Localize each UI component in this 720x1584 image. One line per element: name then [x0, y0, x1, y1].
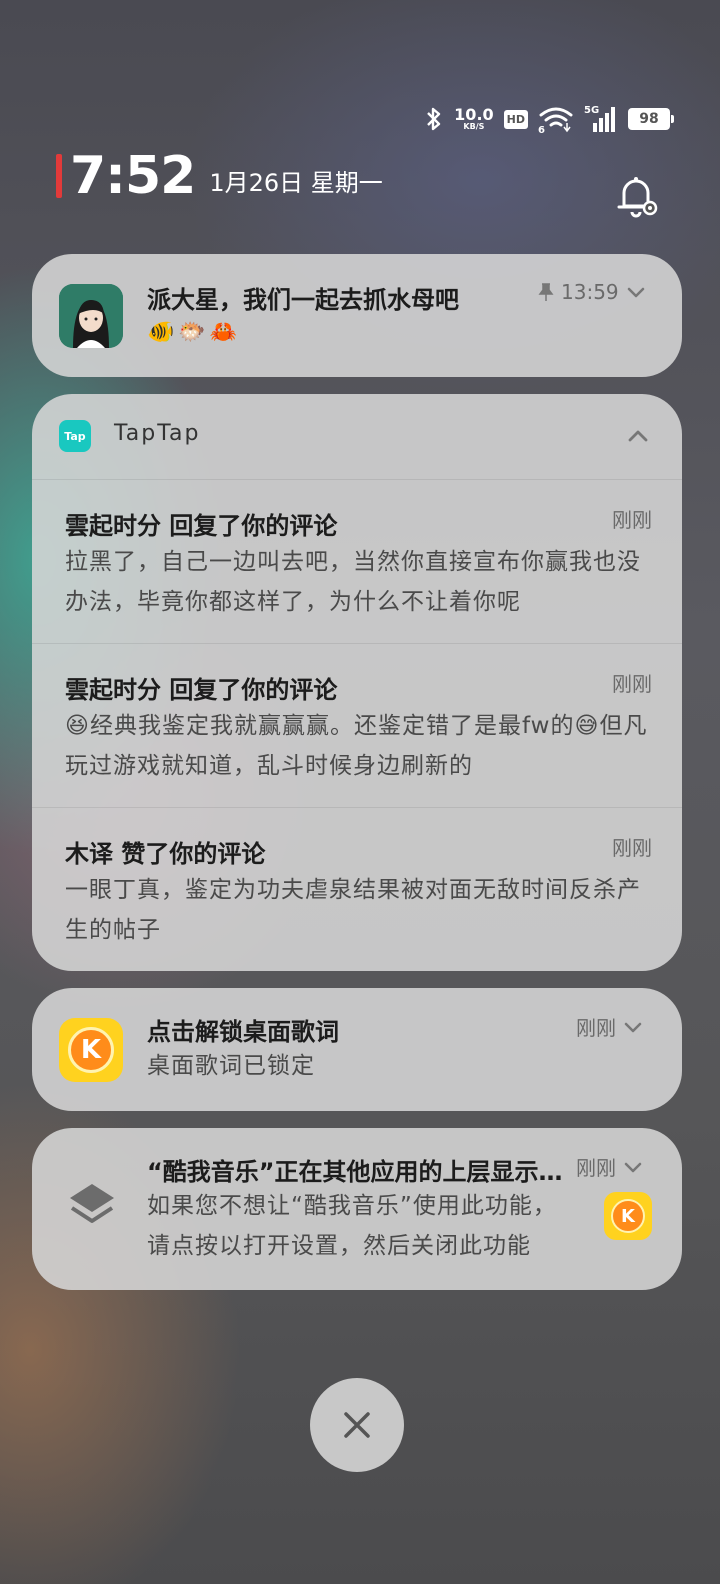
group-header[interactable]: Tap TapTap: [32, 394, 682, 480]
notification-body: 😆经典我鉴定我就赢赢赢。还鉴定错了是最fw的😅但凡玩过游戏就知道，乱斗时候身边刷…: [65, 713, 648, 779]
wifi-badge: 6: [538, 125, 545, 133]
speed-value: 10.0: [454, 105, 494, 124]
close-icon: [344, 1412, 370, 1438]
cellular-signal: 5G: [584, 105, 618, 133]
list-item[interactable]: 雲起时分 回复了你的评论 刚刚 😆经典我鉴定我就赢赢赢。还鉴定错了是最fw的😅但…: [32, 644, 682, 808]
app-name: TapTap: [114, 421, 201, 446]
chevron-down-icon[interactable]: [625, 281, 647, 303]
signal-bars-icon: [593, 107, 615, 132]
notification-meta: 刚刚: [576, 1012, 644, 1041]
emoji-row: 🐠 🐡 🦀: [147, 320, 237, 345]
list-item[interactable]: 木译 赞了你的评论 刚刚 一眼丁真，鉴定为功夫虐泉结果被对面无敌时间反杀产生的帖…: [32, 808, 682, 971]
notification-time: 刚刚: [612, 508, 652, 532]
notification-body: 一眼丁真，鉴定为功夫虐泉结果被对面无敌时间反杀产生的帖子: [65, 877, 641, 943]
clock-row: 7:52 1月26日 星期一: [56, 150, 383, 202]
list-item[interactable]: 雲起时分 回复了你的评论 刚刚 拉黑了，自己一边叫去吧，当然你直接宣布你赢我也没…: [32, 480, 682, 644]
battery-icon: 98: [628, 108, 674, 130]
chevron-up-icon[interactable]: [624, 422, 652, 450]
notification-body: 拉黑了，自己一边叫去吧，当然你直接宣布你赢我也没办法，毕竟你都这样了，为什么不让…: [65, 549, 641, 615]
wifi-icon: 6: [538, 107, 573, 133]
notification-body: 如果您不想让“酷我音乐”使用此功能，请点按以打开设置，然后关闭此功能: [147, 1193, 557, 1259]
notification-time: 13:59: [561, 280, 619, 304]
notification-settings-bell-icon[interactable]: [610, 170, 662, 222]
clear-all-button[interactable]: [310, 1378, 404, 1472]
notification-desktop-lyrics[interactable]: K 点击解锁桌面歌词 桌面歌词已锁定 刚刚: [32, 988, 682, 1111]
notification-title: 木译 赞了你的评论: [65, 840, 266, 868]
clock-date: 1月26日 星期一: [209, 169, 383, 197]
emoji: 🦀: [209, 320, 238, 345]
taptap-logo-text: Tap: [64, 429, 86, 443]
clock-accent-mark: [56, 154, 62, 198]
notification-group-taptap[interactable]: Tap TapTap 雲起时分 回复了你的评论 刚刚 拉黑了，自己一边叫去吧，当…: [32, 394, 682, 971]
notification-time: 刚刚: [576, 1156, 616, 1180]
pin-icon: [538, 283, 554, 301]
emoji: 🐡: [178, 320, 206, 345]
avatar: [59, 284, 123, 348]
kuwo-logo-letter: K: [621, 1205, 635, 1227]
kuwo-music-app-icon: K: [59, 1018, 123, 1082]
emoji: 🐠: [147, 320, 175, 345]
notification-time: 刚刚: [612, 836, 652, 860]
speed-unit: KB/S: [463, 122, 485, 131]
notification-time: 刚刚: [612, 672, 652, 696]
notification-title: 点击解锁桌面歌词: [147, 1018, 339, 1046]
kuwo-music-app-icon: K: [604, 1192, 652, 1240]
notification-display-over-apps[interactable]: “酷我音乐”正在其他应用的上层显示内容 如果您不想让“酷我音乐”使用此功能，请点…: [32, 1128, 682, 1290]
notification-meta: 刚刚: [576, 1152, 644, 1181]
notification-title: “酷我音乐”正在其他应用的上层显示内容: [147, 1158, 567, 1186]
chevron-down-icon[interactable]: [622, 1156, 644, 1178]
notification-title: 雲起时分 回复了你的评论: [65, 512, 338, 540]
battery-level: 98: [639, 111, 659, 127]
chevron-down-icon[interactable]: [622, 1016, 644, 1038]
notification-title: 派大星，我们一起去抓水母吧: [147, 286, 459, 314]
bluetooth-icon: [427, 107, 441, 131]
notification-meta: 13:59: [537, 280, 647, 304]
status-bar: 10.0 KB/S HD 6 5G 98: [424, 104, 674, 134]
hd-badge: HD: [503, 109, 528, 129]
layers-icon: [70, 1184, 114, 1223]
clock-time: 7:52: [70, 146, 196, 206]
taptap-app-icon: Tap: [59, 420, 91, 452]
avatar-girl-icon: [59, 284, 123, 348]
network-speed: 10.0 KB/S: [454, 107, 493, 131]
kuwo-logo-letter: K: [80, 1035, 102, 1065]
notification-title: 雲起时分 回复了你的评论: [65, 676, 338, 704]
notification-pinned-message[interactable]: 派大星，我们一起去抓水母吧 🐠 🐡 🦀 13:59: [32, 254, 682, 377]
notification-time: 刚刚: [576, 1016, 616, 1040]
notification-body: 桌面歌词已锁定: [147, 1053, 315, 1079]
